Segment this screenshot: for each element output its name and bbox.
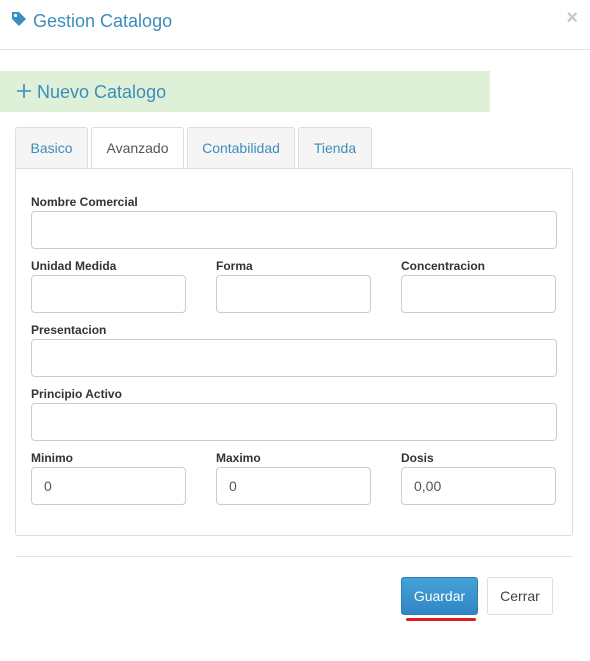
modal-title: Gestion Catalogo <box>33 11 173 31</box>
save-button[interactable]: Guardar <box>401 577 478 615</box>
nombre-comercial-label: Nombre Comercial <box>31 195 138 209</box>
minimo-input[interactable]: 0 <box>31 467 186 505</box>
tab-bar: Basico Avanzado Contabilidad Tienda <box>15 127 375 169</box>
dosis-input[interactable]: 0,00 <box>401 467 556 505</box>
forma-label: Forma <box>216 259 253 273</box>
concentracion-label: Concentracion <box>401 259 486 273</box>
tab-contabilidad[interactable]: Contabilidad <box>187 127 295 168</box>
concentracion-input[interactable] <box>401 275 556 313</box>
close-icon[interactable]: × <box>566 8 578 28</box>
maximo-input[interactable]: 0 <box>216 467 371 505</box>
presentacion-input[interactable] <box>31 339 557 377</box>
dosis-label: Dosis <box>401 451 434 465</box>
tab-tienda[interactable]: Tienda <box>298 127 372 168</box>
tab-avanzado[interactable]: Avanzado <box>91 127 184 169</box>
principio-activo-input[interactable] <box>31 403 557 441</box>
footer-divider <box>15 556 573 557</box>
presentacion-label: Presentacion <box>31 323 107 337</box>
modal-header: Gestion Catalogo × <box>0 0 590 50</box>
plus-icon <box>17 84 31 98</box>
tab-basico[interactable]: Basico <box>15 127 88 168</box>
principio-activo-label: Principio Activo <box>31 387 122 401</box>
nombre-comercial-input[interactable] <box>31 211 557 249</box>
unidad-medida-input[interactable] <box>31 275 186 313</box>
close-button[interactable]: Cerrar <box>487 577 553 615</box>
save-underline-mark <box>406 618 476 621</box>
unidad-medida-label: Unidad Medida <box>31 259 117 273</box>
maximo-label: Maximo <box>216 451 261 465</box>
minimo-label: Minimo <box>31 451 73 465</box>
forma-input[interactable] <box>216 275 371 313</box>
tag-icon <box>12 12 26 26</box>
callout-title: Nuevo Catalogo <box>37 82 167 102</box>
new-catalog-callout: Nuevo Catalogo <box>0 71 490 112</box>
